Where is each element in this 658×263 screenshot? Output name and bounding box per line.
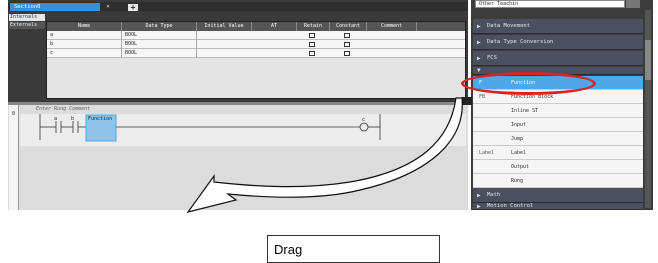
overlay-graphics bbox=[39, 97, 463, 213]
coil-icon bbox=[359, 122, 369, 132]
contact-label: b bbox=[71, 116, 75, 122]
function-block-label: Function bbox=[88, 116, 113, 122]
coil-label: c bbox=[362, 117, 366, 123]
screenshot: Section0 × + Internals Externals Name Da… bbox=[0, 0, 658, 263]
drag-caption: Drag bbox=[267, 235, 440, 263]
drag-arrow-icon bbox=[186, 97, 463, 213]
contact-label: a bbox=[54, 116, 58, 122]
